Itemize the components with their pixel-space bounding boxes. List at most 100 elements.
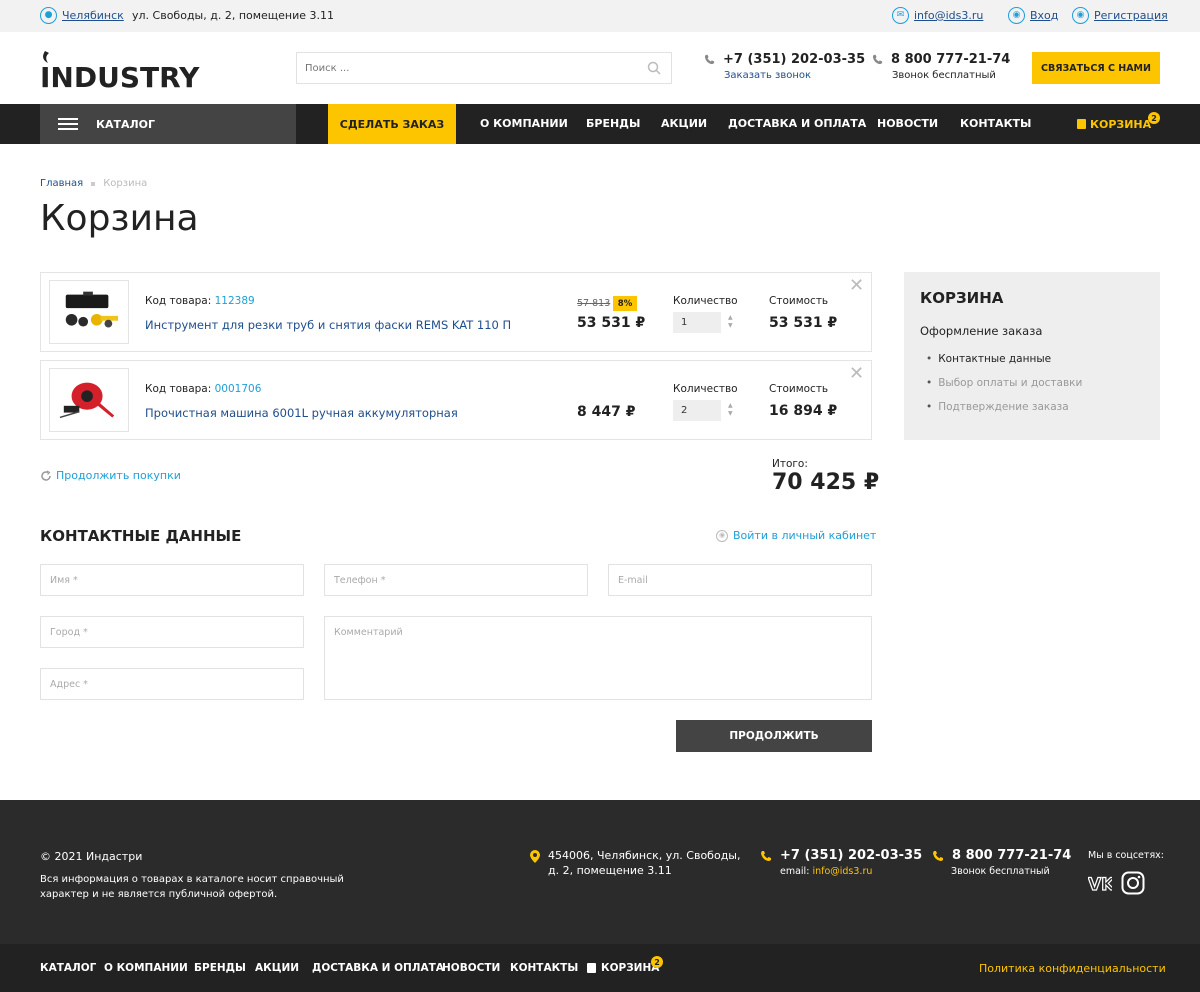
contact-us-button[interactable]: СВЯЗАТЬСЯ С НАМИ bbox=[1032, 52, 1160, 84]
product-image[interactable] bbox=[49, 280, 129, 344]
quantity-label: Количество bbox=[673, 295, 738, 307]
quantity-stepper[interactable]: ▲ ▼ bbox=[728, 402, 733, 418]
nav-item-brands[interactable]: БРЕНДЫ bbox=[586, 104, 640, 144]
product-image[interactable] bbox=[49, 368, 129, 432]
search-icon[interactable] bbox=[647, 61, 661, 75]
product-code-value[interactable]: 0001706 bbox=[215, 383, 262, 395]
pipe-cutter-image bbox=[65, 291, 119, 328]
bottom-nav-cart[interactable]: КОРЗИНА 2 bbox=[587, 956, 663, 974]
nav-item-contacts[interactable]: КОНТАКТЫ bbox=[960, 104, 1031, 144]
phone-2-number[interactable]: 8 800 777-21-74 bbox=[891, 52, 1010, 67]
location-icon: ● bbox=[40, 7, 57, 24]
bottom-nav-catalog[interactable]: КАТАЛОГ bbox=[40, 962, 96, 974]
quantity-input[interactable]: 1 bbox=[673, 312, 721, 333]
footer-phone-1[interactable]: +7 (351) 202-03-35 bbox=[760, 848, 922, 863]
city-field[interactable]: Город * bbox=[40, 616, 304, 648]
callback-link[interactable]: Заказать звонок bbox=[724, 70, 865, 81]
footer-phone-2-number[interactable]: 8 800 777-21-74 bbox=[952, 848, 1071, 863]
top-email[interactable]: info@ids3.ru bbox=[914, 9, 983, 22]
sidebar-title: КОРЗИНА bbox=[920, 289, 1004, 307]
footer-email-link[interactable]: info@ids3.ru bbox=[812, 866, 872, 877]
product-price: 8 447 ₽ bbox=[577, 404, 636, 420]
register-label[interactable]: Регистрация bbox=[1094, 9, 1168, 22]
nav-cart[interactable]: КОРЗИНА 2 bbox=[1077, 104, 1160, 144]
nav-item-sales[interactable]: АКЦИИ bbox=[661, 104, 707, 144]
cart-count-badge: 2 bbox=[1148, 112, 1160, 124]
product-code: Код товара: 112389 bbox=[145, 295, 255, 307]
cart-icon bbox=[1077, 119, 1086, 129]
product-sum: 16 894 ₽ bbox=[769, 403, 838, 419]
step-confirmation: Подтверждение заказа bbox=[926, 401, 1082, 425]
drain-cleaner-image bbox=[59, 382, 115, 419]
continue-shopping-label[interactable]: Продолжить покупки bbox=[56, 469, 181, 482]
footer-address: 454006, Челябинск, ул. Свободы, д. 2, пом… bbox=[530, 848, 740, 878]
bottom-nav-news[interactable]: НОВОСТИ bbox=[442, 962, 500, 974]
location-pin-icon bbox=[530, 850, 540, 863]
top-email-link[interactable]: ✉ info@ids3.ru bbox=[892, 7, 983, 24]
product-name[interactable]: Прочистная машина 6001L ручная аккумулят… bbox=[145, 406, 458, 420]
menu-icon bbox=[58, 118, 78, 130]
login-link[interactable]: ◉ Вход bbox=[1008, 7, 1058, 24]
bottom-nav-sales[interactable]: АКЦИИ bbox=[255, 962, 299, 974]
phone-icon bbox=[704, 54, 715, 65]
city-selector[interactable]: ● Челябинск bbox=[40, 7, 124, 24]
privacy-policy-link[interactable]: Политика конфиденциальности bbox=[979, 962, 1166, 975]
phone-field[interactable]: Телефон * bbox=[324, 564, 588, 596]
address-field[interactable]: Адрес * bbox=[40, 668, 304, 700]
account-login-label[interactable]: Войти в личный кабинет bbox=[733, 529, 876, 542]
user-add-icon: ◉ bbox=[1072, 7, 1089, 24]
product-price: 53 531 ₽ bbox=[577, 315, 646, 331]
bottom-nav-contacts[interactable]: КОНТАКТЫ bbox=[510, 962, 578, 974]
nav-cart-label[interactable]: КОРЗИНА bbox=[1090, 118, 1151, 131]
footer-phone-2[interactable]: 8 800 777-21-74 bbox=[932, 848, 1071, 863]
bottom-nav-brands[interactable]: БРЕНДЫ bbox=[194, 962, 246, 974]
header-phone-2: 8 800 777-21-74 Звонок бесплатный bbox=[872, 52, 1010, 81]
free-call-label: Звонок бесплатный bbox=[892, 70, 996, 81]
product-name[interactable]: Инструмент для резки труб и снятия фаски… bbox=[145, 318, 511, 332]
login-label[interactable]: Вход bbox=[1030, 9, 1058, 22]
remove-item-icon[interactable]: ✕ bbox=[849, 275, 864, 296]
vk-icon[interactable]: VK bbox=[1088, 872, 1112, 894]
comment-field[interactable]: Комментарий bbox=[324, 616, 872, 700]
nav-item-delivery[interactable]: ДОСТАВКА И ОПЛАТА bbox=[728, 104, 866, 144]
catalog-button[interactable]: КАТАЛОГ bbox=[40, 104, 296, 144]
city-label[interactable]: Челябинск bbox=[62, 9, 124, 22]
instagram-icon[interactable] bbox=[1121, 871, 1145, 895]
footer-address-line-1: 454006, Челябинск, ул. Свободы, bbox=[548, 849, 741, 862]
bottom-nav-delivery[interactable]: ДОСТАВКА И ОПЛАТА bbox=[312, 962, 444, 974]
sum-label: Стоимость bbox=[769, 295, 829, 307]
user-icon: ◉ bbox=[1008, 7, 1025, 24]
quantity-input[interactable]: 2 bbox=[673, 400, 721, 421]
footer: © 2021 Индастри Вся информация о товарах… bbox=[0, 800, 1200, 944]
sum-label: Стоимость bbox=[769, 383, 829, 395]
bottom-nav: КАТАЛОГ О КОМПАНИИ БРЕНДЫ АКЦИИ ДОСТАВКА… bbox=[0, 944, 1200, 992]
breadcrumb: Главная Корзина bbox=[40, 178, 147, 189]
svg-text:VK: VK bbox=[1088, 875, 1112, 894]
product-code-value[interactable]: 112389 bbox=[215, 295, 255, 307]
account-login-link[interactable]: ◉ Войти в личный кабинет bbox=[716, 529, 876, 542]
search-input[interactable] bbox=[297, 53, 627, 83]
remove-item-icon[interactable]: ✕ bbox=[849, 363, 864, 384]
continue-button[interactable]: ПРОДОЛЖИТЬ bbox=[676, 720, 872, 752]
breadcrumb-current: Корзина bbox=[103, 178, 148, 189]
phone-1-number[interactable]: +7 (351) 202-03-35 bbox=[723, 52, 865, 67]
register-link[interactable]: ◉ Регистрация bbox=[1072, 7, 1168, 24]
logo-text: INDUSTRY bbox=[40, 61, 200, 92]
email-field[interactable]: E-mail bbox=[608, 564, 872, 596]
bottom-nav-company[interactable]: О КОМПАНИИ bbox=[104, 962, 188, 974]
mail-icon: ✉ bbox=[892, 7, 909, 24]
catalog-label: КАТАЛОГ bbox=[96, 117, 156, 131]
nav-item-news[interactable]: НОВОСТИ bbox=[877, 104, 938, 144]
name-field[interactable]: Имя * bbox=[40, 564, 304, 596]
nav-item-company[interactable]: О КОМПАНИИ bbox=[480, 104, 568, 144]
product-sum: 53 531 ₽ bbox=[769, 315, 838, 331]
phone-icon bbox=[761, 850, 771, 861]
footer-phone-1-number[interactable]: +7 (351) 202-03-35 bbox=[780, 848, 922, 863]
logo[interactable]: INDUSTRY bbox=[40, 47, 230, 92]
quantity-stepper[interactable]: ▲ ▼ bbox=[728, 314, 733, 330]
phone-icon bbox=[872, 54, 883, 65]
breadcrumb-home[interactable]: Главная bbox=[40, 178, 83, 189]
make-order-button[interactable]: СДЕЛАТЬ ЗАКАЗ bbox=[328, 104, 456, 144]
continue-shopping-link[interactable]: Продолжить покупки bbox=[40, 469, 181, 482]
search-box bbox=[296, 52, 672, 84]
